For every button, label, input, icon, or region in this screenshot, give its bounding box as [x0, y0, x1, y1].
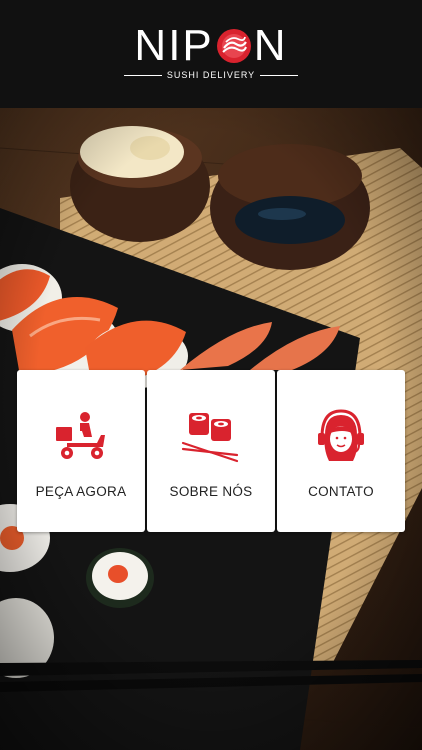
contact-label: CONTATO: [308, 484, 374, 499]
logo-text-right: N: [253, 21, 288, 70]
contact-card[interactable]: CONTATO: [277, 370, 405, 532]
order-now-card[interactable]: PEÇA AGORA: [17, 370, 145, 532]
about-us-label: SOBRE NÓS: [169, 484, 253, 499]
main-menu-cards: PEÇA AGORA SOBRE NÓS CONTATO: [17, 370, 405, 532]
headset-support-icon: [313, 408, 369, 466]
logo-tagline-row: SUSHI DELIVERY: [0, 70, 422, 80]
app-header: NIP N SUSHI DELIVERY: [0, 0, 422, 108]
sushi-chopsticks-icon: [181, 408, 241, 466]
nipon-logo: NIP N SUSHI DELIVERY: [0, 22, 422, 80]
logo-wordmark: NIP N: [134, 22, 287, 70]
delivery-scooter-icon: [53, 408, 109, 466]
order-now-label: PEÇA AGORA: [35, 484, 127, 499]
tagline-rule-right: [260, 74, 299, 76]
logo-tagline: SUSHI DELIVERY: [166, 70, 256, 80]
tagline-rule-left: [123, 74, 162, 76]
logo-text-left: NIP: [134, 21, 214, 70]
about-us-card[interactable]: SOBRE NÓS: [147, 370, 275, 532]
sushi-roll-logo-icon: [216, 29, 251, 63]
